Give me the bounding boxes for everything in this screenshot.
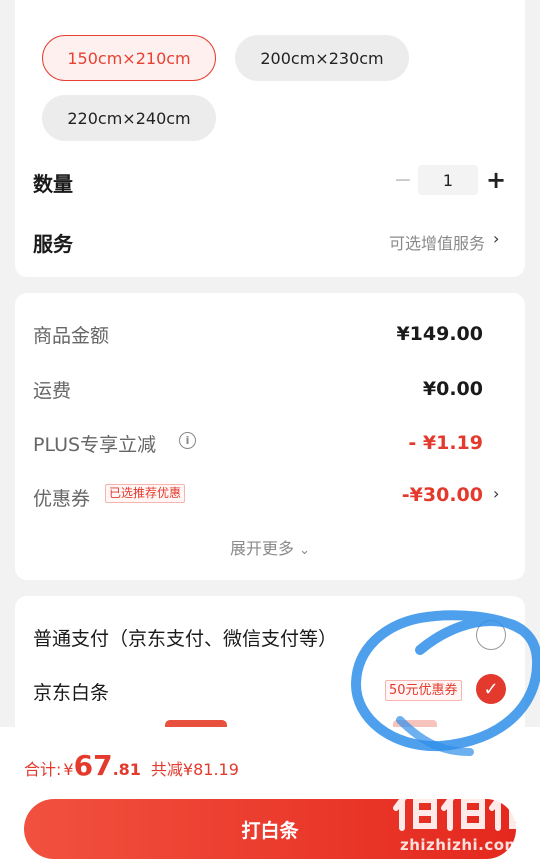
- coupon-recommended-badge: 已选推荐优惠: [105, 484, 186, 503]
- watermark-url: zhizhizhi.com: [400, 836, 521, 854]
- size-option-150x210[interactable]: 150cm×210cm: [42, 35, 216, 81]
- total-saved: 共减¥81.19: [150, 760, 239, 779]
- total-decimal: .81: [112, 760, 141, 779]
- coupon-value[interactable]: -¥30.00: [402, 484, 483, 506]
- radio-unchecked-icon[interactable]: [476, 620, 506, 650]
- service-label: 服务: [33, 232, 73, 256]
- size-option-220x240[interactable]: 220cm×240cm: [42, 95, 216, 141]
- goods-amount-label: 商品金额: [33, 325, 110, 347]
- plus-discount-value: - ¥1.19: [408, 432, 483, 454]
- service-hint[interactable]: 可选增值服务: [389, 230, 485, 254]
- total-currency: ¥: [63, 760, 74, 779]
- chevron-right-icon[interactable]: ›: [493, 484, 499, 503]
- quantity-label: 数量: [33, 172, 73, 196]
- payment-baitiao-label[interactable]: 京东白条: [33, 678, 109, 705]
- price-card: 商品金额 ¥149.00 运费 ¥0.00 PLUS专享立减 i - ¥1.19…: [15, 293, 525, 580]
- goods-amount-value: ¥149.00: [396, 323, 483, 345]
- order-total: 合计: ¥ 67 .81 共减¥81.19: [24, 749, 239, 782]
- expand-more-label: 展开更多: [229, 539, 294, 558]
- payment-normal-label[interactable]: 普通支付（京东支付、微信支付等）: [33, 624, 337, 651]
- expand-more-button[interactable]: 展开更多 ⌄: [15, 535, 525, 559]
- baitiao-coupon-badge: 50元优惠券: [385, 680, 462, 701]
- info-icon[interactable]: i: [179, 432, 196, 449]
- size-option-200x230[interactable]: 200cm×230cm: [235, 35, 409, 81]
- quantity-value[interactable]: 1: [418, 165, 478, 195]
- spec-card: 150cm×210cm 200cm×230cm 220cm×240cm 数量 −…: [15, 0, 525, 277]
- shipping-label: 运费: [33, 380, 72, 402]
- total-integer: 67: [73, 749, 113, 782]
- coupon-label: 优惠券: [33, 488, 91, 510]
- total-label: 合计:: [24, 760, 62, 779]
- chevron-down-icon: ⌄: [299, 543, 310, 558]
- plus-discount-label: PLUS专享立减: [33, 434, 157, 456]
- chevron-right-icon[interactable]: ›: [493, 229, 499, 248]
- radio-checked-icon[interactable]: ✓: [476, 674, 506, 704]
- minus-icon[interactable]: −: [390, 167, 416, 193]
- shipping-value: ¥0.00: [422, 378, 483, 400]
- plus-icon[interactable]: +: [483, 165, 509, 195]
